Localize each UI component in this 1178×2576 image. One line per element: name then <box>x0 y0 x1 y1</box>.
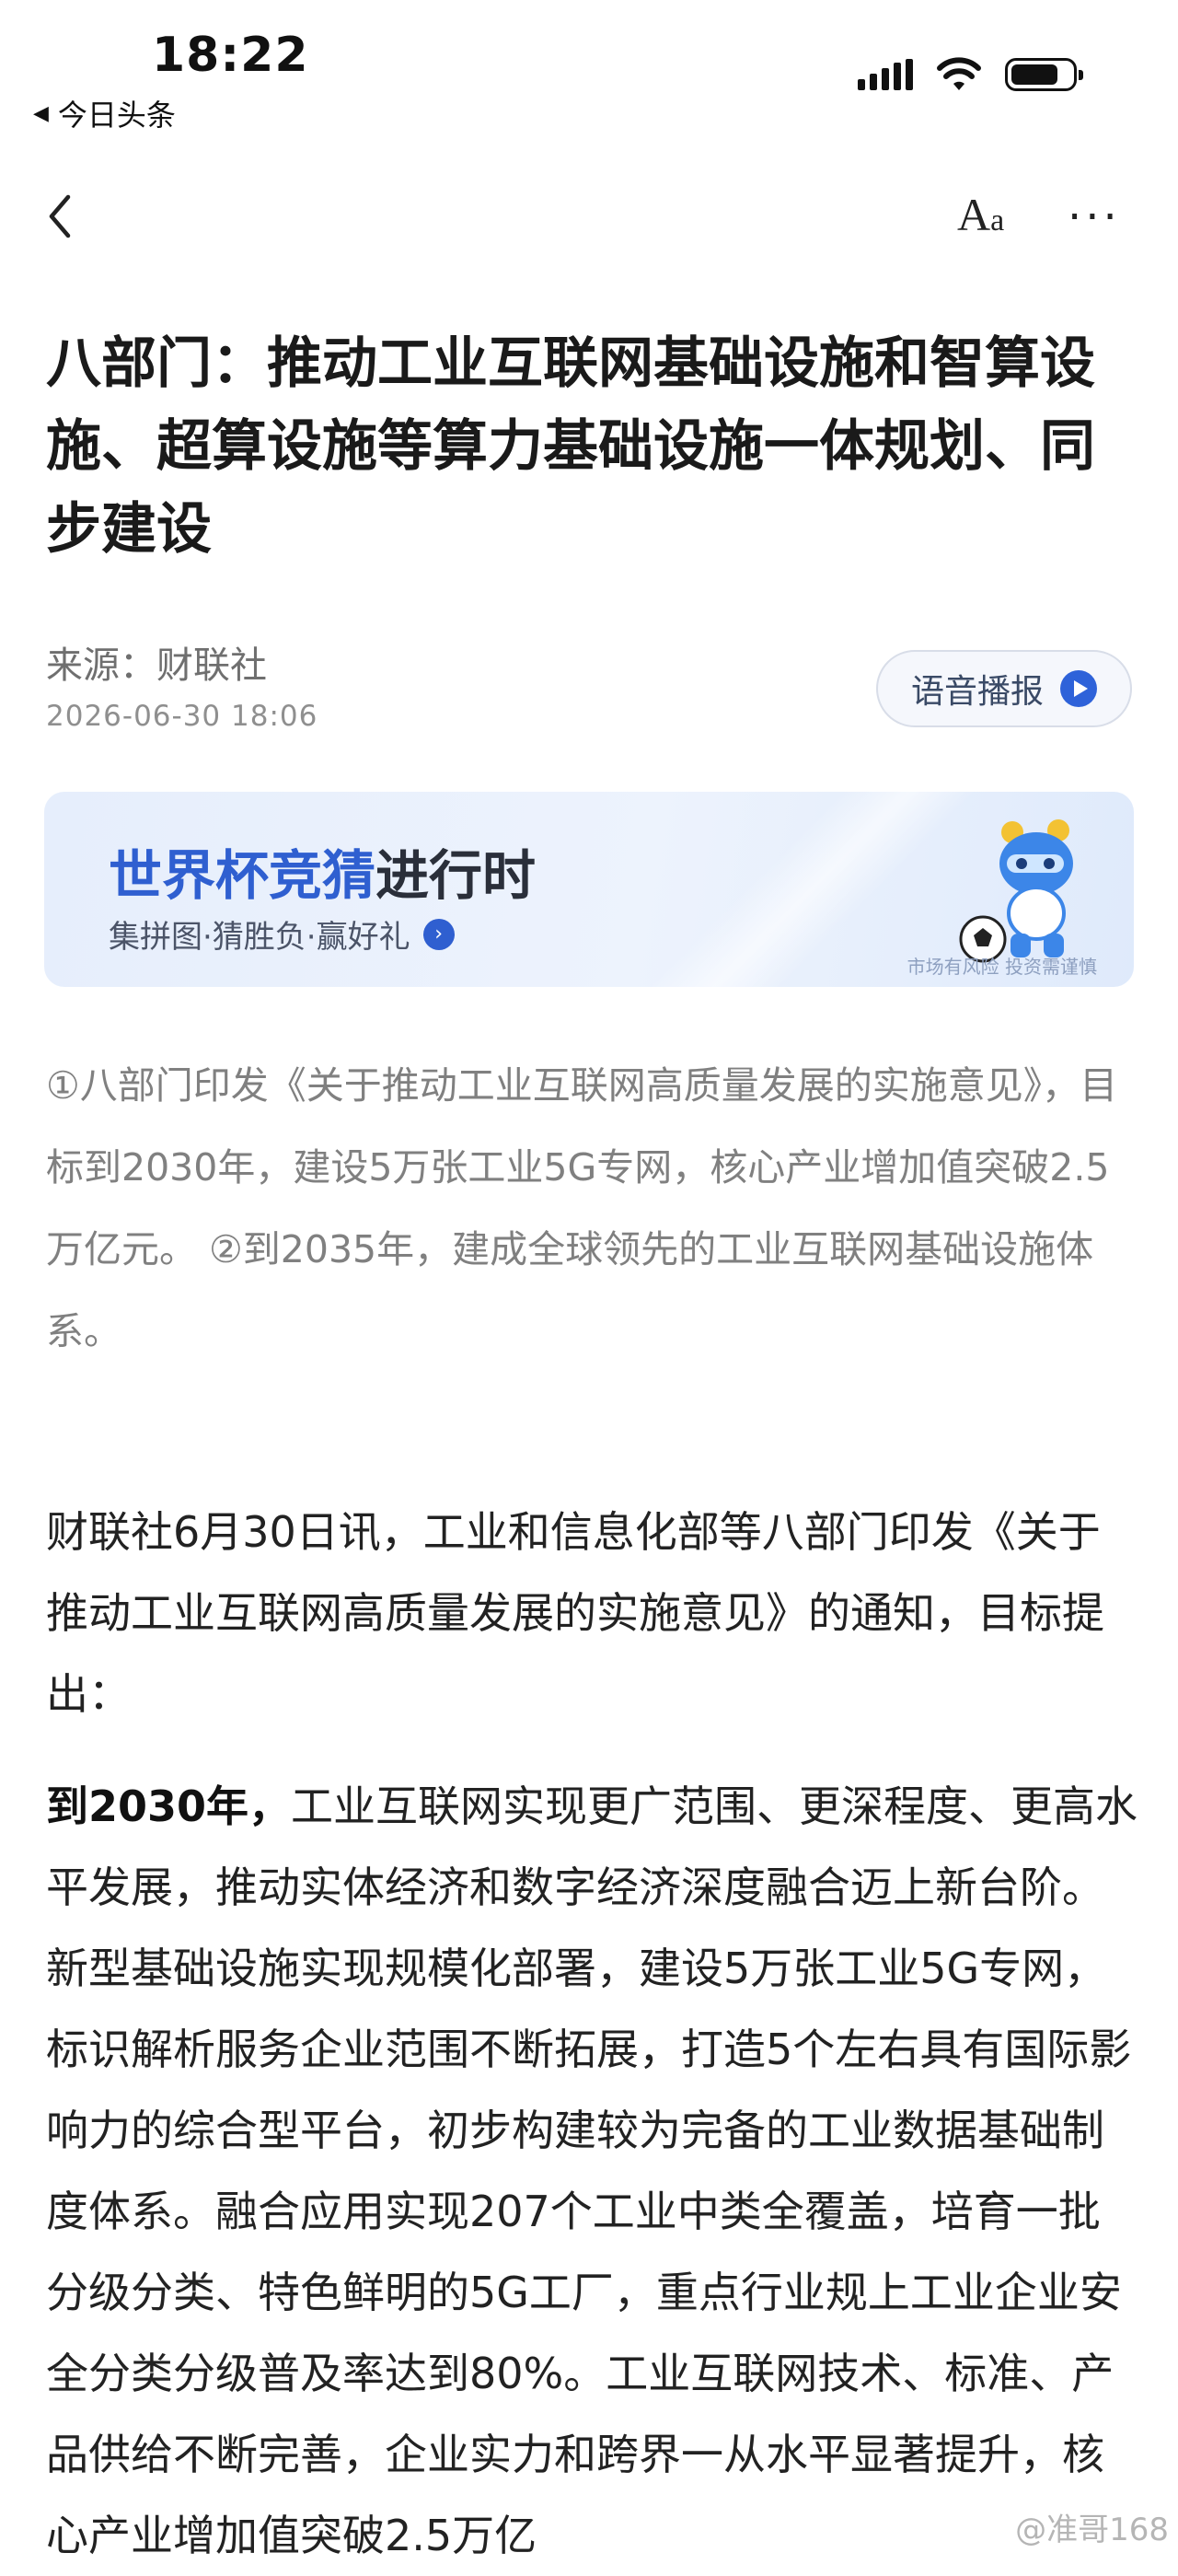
system-icons <box>858 57 1083 92</box>
article-nav-bar: Aa ··· <box>0 175 1178 258</box>
promo-banner[interactable]: 世界杯竞猜进行时 集拼图·猜胜负·赢好礼 › 市场有风险 投资需谨慎 <box>44 792 1134 987</box>
article-date: 2026-06-30 18:06 <box>46 700 318 733</box>
watermark: @准哥168 <box>1015 2512 1169 2548</box>
battery-icon <box>1005 58 1083 91</box>
back-triangle-icon: ◀ <box>33 101 49 125</box>
wifi-icon <box>937 57 981 90</box>
more-options-button[interactable]: ··· <box>1068 191 1121 243</box>
font-size-button[interactable]: Aa <box>957 188 1004 241</box>
article-summary: ①八部门印发《关于推动工业互联网高质量发展的实施意见》，目标到2030年，建设5… <box>46 1063 1118 1353</box>
back-to-app-link[interactable]: ◀ 今日头条 <box>33 92 176 134</box>
article-source: 来源：财联社 <box>46 644 267 687</box>
clock: 18:22 <box>152 28 309 83</box>
tts-button[interactable]: 语音播报 <box>876 650 1132 727</box>
article-paragraph-1: 财联社6月30日讯，工业和信息化部等八部门印发《关于推动工业互联网高质量发展的实… <box>46 1507 1104 1719</box>
paragraph-body: 工业互联网实现更广范围、更深程度、更高水平发展，推动实体经济和数字经济深度融合迈… <box>46 1781 1138 2560</box>
status-bar: 18:22 ◀ 今日头条 <box>0 0 1178 138</box>
banner-disclaimer: 市场有风险 投资需谨慎 <box>907 956 1097 978</box>
signal-icon <box>858 59 913 90</box>
banner-subtitle: 集拼图·猜胜负·赢好礼 › <box>109 911 455 957</box>
article-paragraph-2: 到2030年，工业互联网实现更广范围、更深程度、更高水平发展，推动实体经济和数字… <box>46 1766 1141 2576</box>
tts-label: 语音播报 <box>910 673 1044 711</box>
banner-title: 世界杯竞猜进行时 <box>109 844 537 907</box>
back-arrow-icon[interactable] <box>46 193 74 239</box>
paragraph-lead: 到2030年， <box>46 1781 292 1831</box>
article-title: 八部门：推动工业互联网基础设施和智算设施、超算设施等算力基础设施一体规划、同步建… <box>46 331 1095 562</box>
chevron-right-icon: › <box>422 918 455 950</box>
play-icon <box>1060 670 1097 707</box>
back-app-label: 今日头条 <box>57 98 176 133</box>
mascot-football-icon <box>959 819 1073 963</box>
